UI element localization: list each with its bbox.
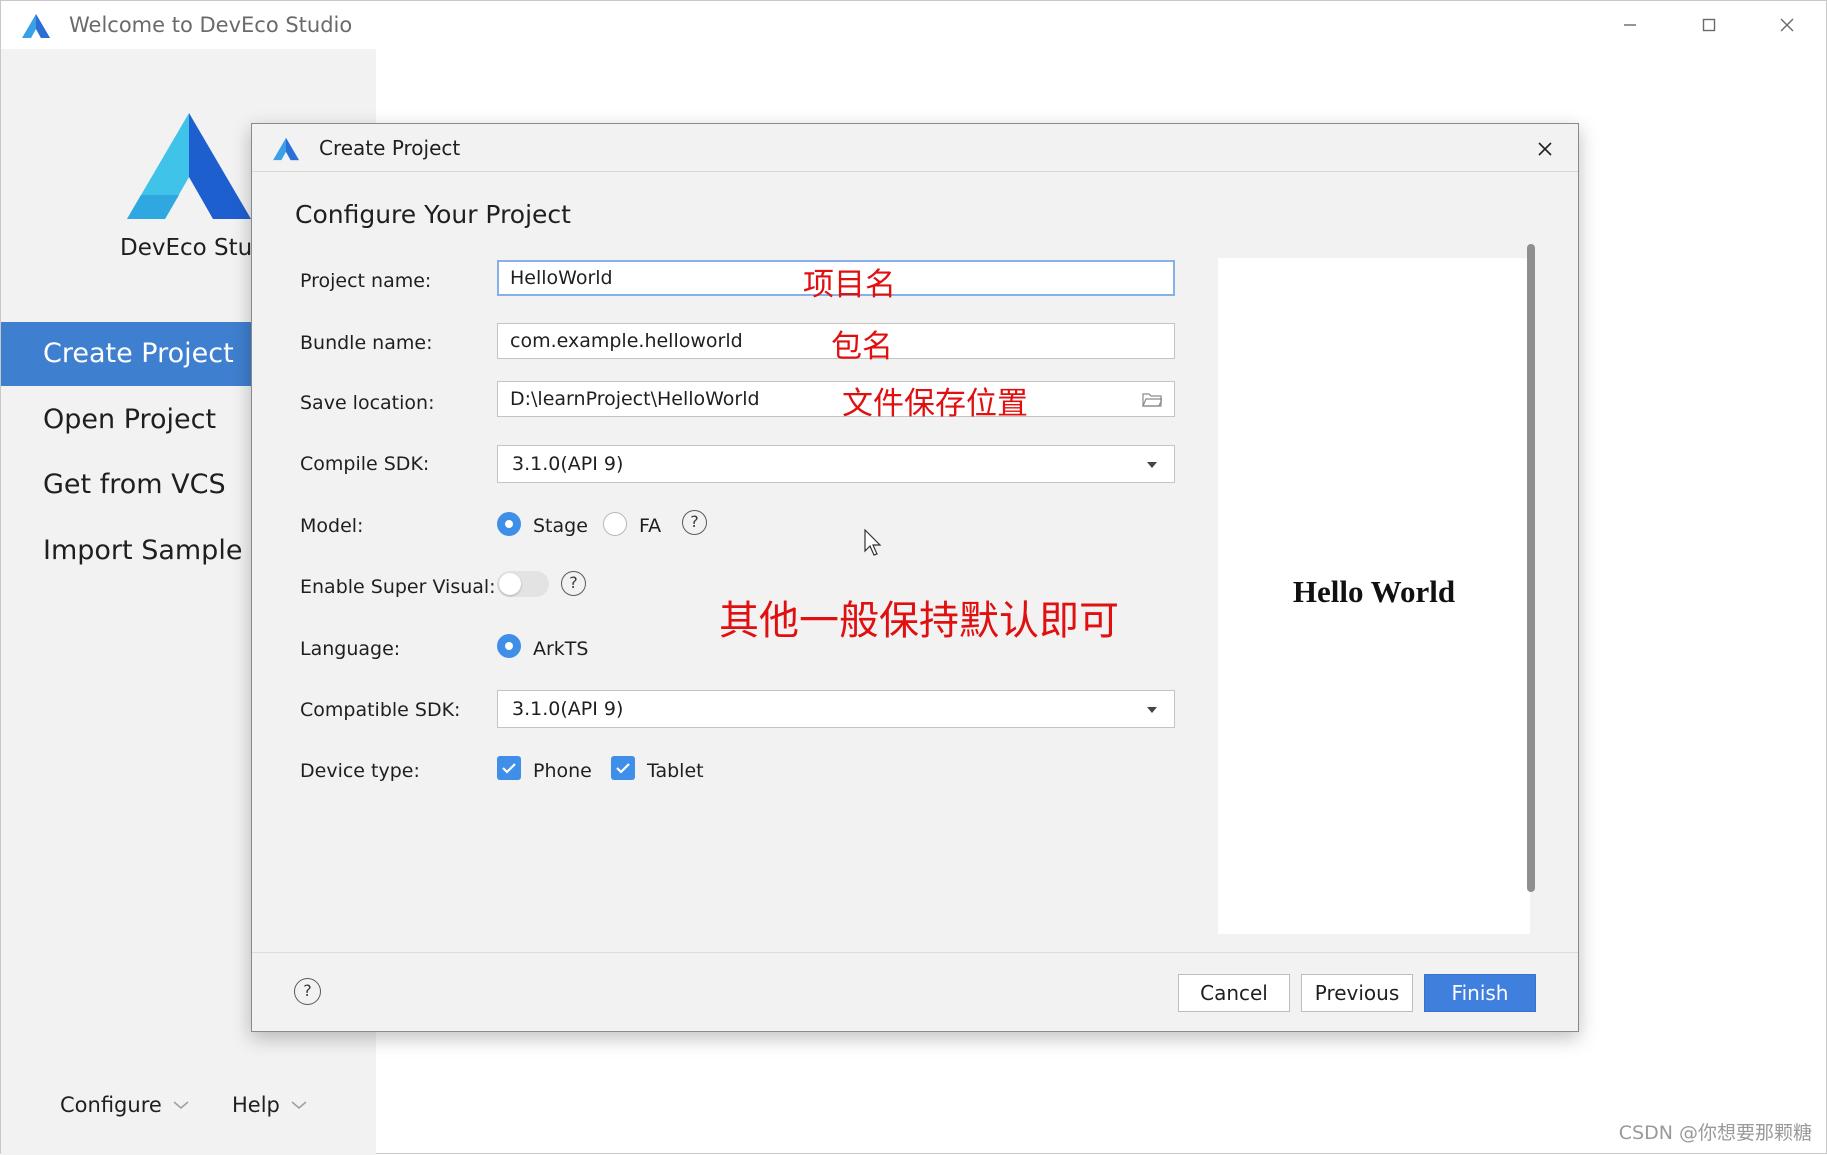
model-stage-label: Stage (533, 515, 588, 537)
deveco-logo-icon (22, 14, 50, 38)
model-stage-radio[interactable] (497, 512, 521, 536)
super-visual-help-icon[interactable]: ? (561, 571, 586, 596)
cancel-button[interactable]: Cancel (1178, 974, 1290, 1012)
save-location-label: Save location: (300, 392, 435, 414)
model-label: Model: (300, 515, 364, 537)
dropdown-arrow-icon (1147, 462, 1157, 468)
deveco-logo-icon (273, 137, 299, 161)
model-fa-radio[interactable] (603, 512, 627, 536)
minimize-button[interactable] (1610, 9, 1650, 41)
dialog-help-icon[interactable]: ? (294, 978, 321, 1005)
checkmark-icon (502, 763, 516, 774)
super-visual-toggle[interactable] (497, 571, 549, 597)
device-tablet-label: Tablet (647, 760, 704, 782)
annotation-defaults: 其他一般保持默认即可 (719, 598, 1119, 644)
watermark: CSDN @你想要那颗糖 (1618, 1122, 1812, 1144)
maximize-button[interactable] (1689, 9, 1729, 41)
language-arkts-label: ArkTS (533, 638, 589, 660)
chevron-down-icon (173, 1101, 189, 1110)
device-type-label: Device type: (300, 760, 420, 782)
compile-sdk-value: 3.1.0(API 9) (512, 453, 624, 475)
preview-scrollbar[interactable] (1527, 244, 1535, 892)
bundle-name-label: Bundle name: (300, 332, 433, 354)
preview-text: Hello World (1292, 574, 1456, 609)
bundle-name-value: com.example.helloworld (510, 330, 743, 352)
configure-menu[interactable]: Configure (60, 1093, 190, 1117)
compatible-sdk-label: Compatible SDK: (300, 699, 461, 721)
help-label: Help (232, 1093, 280, 1117)
mouse-cursor-icon (864, 529, 882, 556)
dropdown-arrow-icon (1147, 707, 1157, 713)
save-location-input[interactable]: D:\learnProject\HelloWorld (497, 381, 1175, 417)
annotation-bundle-name: 包名 (831, 329, 893, 365)
checkmark-icon (616, 763, 630, 774)
deveco-logo-icon (127, 113, 251, 219)
device-phone-checkbox[interactable] (497, 756, 521, 780)
configure-label: Configure (60, 1093, 162, 1117)
dialog-close-button[interactable] (1530, 134, 1560, 164)
enable-super-visual-label: Enable Super Visual: (300, 576, 496, 598)
language-label: Language: (300, 638, 401, 660)
language-arkts-radio[interactable] (497, 634, 521, 658)
preview-pane: Hello World (1218, 258, 1530, 934)
save-location-value: D:\learnProject\HelloWorld (510, 388, 760, 410)
model-fa-label: FA (639, 515, 662, 537)
finish-button[interactable]: Finish (1424, 974, 1536, 1012)
device-tablet-checkbox[interactable] (611, 756, 635, 780)
minimize-icon (1624, 24, 1636, 26)
previous-button[interactable]: Previous (1301, 974, 1413, 1012)
maximize-icon (1702, 18, 1716, 32)
project-name-value: HelloWorld (510, 267, 613, 289)
toggle-knob (499, 573, 521, 595)
device-phone-label: Phone (533, 760, 592, 782)
compatible-sdk-select[interactable]: 3.1.0(API 9) (497, 690, 1175, 728)
main-window: Welcome to DevEco Studio DevEco Studio C… (0, 0, 1827, 1155)
folder-icon[interactable] (1142, 392, 1162, 407)
create-project-dialog: Create Project Configure Your Project Pr… (251, 123, 1579, 1032)
chevron-down-icon (291, 1101, 307, 1110)
dialog-footer-divider (252, 952, 1578, 953)
title-bar: Welcome to DevEco Studio (1, 1, 1826, 49)
compile-sdk-label: Compile SDK: (300, 453, 430, 475)
section-title: Configure Your Project (295, 200, 571, 229)
window-close-button[interactable] (1767, 9, 1807, 41)
dialog-title-bar: Create Project (252, 124, 1578, 172)
model-help-icon[interactable]: ? (682, 510, 707, 535)
close-icon (1780, 18, 1794, 32)
compile-sdk-select[interactable]: 3.1.0(API 9) (497, 445, 1175, 483)
window-title: Welcome to DevEco Studio (69, 13, 353, 37)
compatible-sdk-value: 3.1.0(API 9) (512, 698, 624, 720)
annotation-save-location: 文件保存位置 (842, 386, 1028, 422)
help-menu[interactable]: Help (232, 1093, 308, 1117)
dialog-title: Create Project (319, 136, 461, 160)
project-name-label: Project name: (300, 270, 432, 292)
close-icon (1538, 142, 1552, 156)
annotation-project-name: 项目名 (803, 267, 896, 303)
